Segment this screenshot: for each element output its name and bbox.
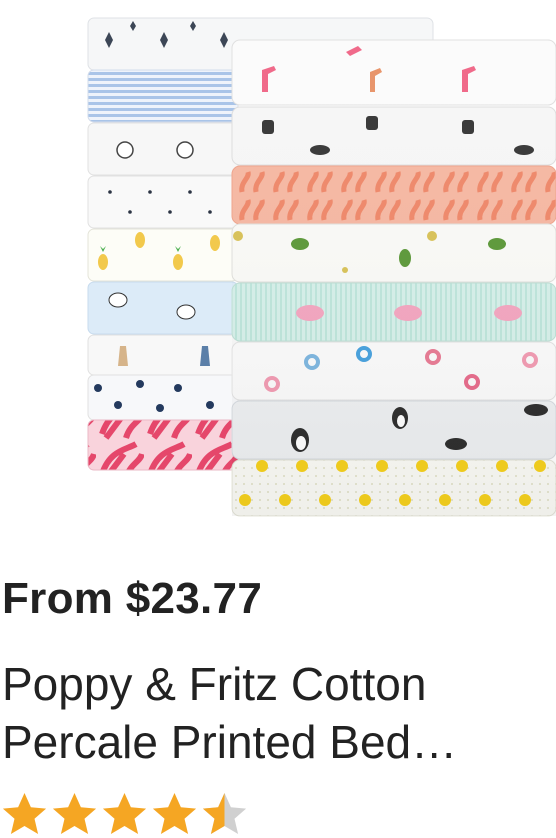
right-sheet-stack — [231, 39, 556, 517]
star-icon — [100, 790, 149, 838]
product-image-graphic — [87, 17, 556, 517]
star-icon — [150, 790, 199, 838]
product-image[interactable] — [0, 0, 556, 540]
star-icon — [0, 790, 49, 838]
product-price: From $23.77 — [2, 574, 263, 623]
star-rating — [0, 790, 250, 838]
product-title[interactable]: Poppy & Fritz Cotton Percale Printed Bed… — [2, 655, 542, 771]
star-half-icon — [200, 790, 249, 838]
product-card[interactable]: From $23.77 Poppy & Fritz Cotton Percale… — [0, 0, 556, 838]
star-icon — [50, 790, 99, 838]
